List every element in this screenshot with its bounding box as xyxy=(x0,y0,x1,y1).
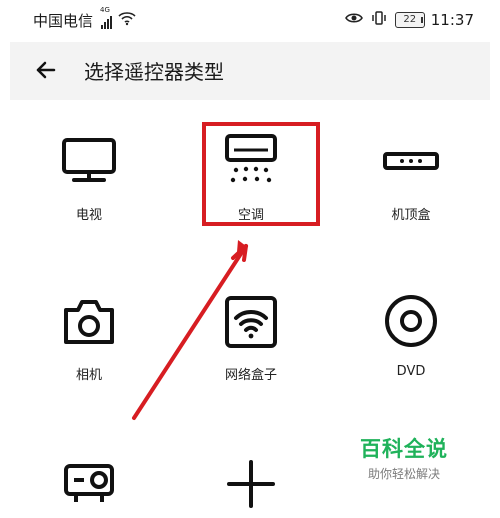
time-label: 11:37 xyxy=(430,11,474,29)
grid-item-network-box[interactable]: 网络盒子 xyxy=(186,292,316,383)
grid-label-network-box: 网络盒子 xyxy=(224,368,277,383)
status-left: 中国电信 4G xyxy=(33,6,136,31)
grid-label-stb: 机顶盒 xyxy=(391,208,431,223)
grid-item-ac[interactable]: 空调 xyxy=(186,132,316,223)
plus-icon xyxy=(218,456,284,514)
page-title: 选择遥控器类型 xyxy=(84,60,224,84)
projector-icon xyxy=(56,456,122,514)
carrier-label: 中国电信 xyxy=(33,12,94,30)
grid-item-camera[interactable]: 相机 xyxy=(24,292,154,383)
watermark: 百科全说 助你轻松解决 xyxy=(360,433,448,482)
status-right: 22 11:37 xyxy=(344,10,474,30)
set-top-box-icon xyxy=(378,132,444,190)
status-bar: 中国电信 4G 22 11:37 xyxy=(0,0,500,42)
back-arrow-icon[interactable] xyxy=(32,56,60,84)
grid-item-add[interactable] xyxy=(186,456,316,514)
vibrate-icon xyxy=(371,10,387,30)
eye-icon xyxy=(344,11,363,29)
header-bar: 选择遥控器类型 xyxy=(10,42,490,100)
network-box-icon xyxy=(218,292,284,350)
signal-icon: 4G xyxy=(100,6,113,29)
dvd-disc-icon xyxy=(378,292,444,350)
air-conditioner-icon xyxy=(218,132,284,190)
grid-label-camera: 相机 xyxy=(75,368,102,383)
grid-label-dvd: DVD xyxy=(396,364,426,379)
tv-icon xyxy=(56,132,122,190)
network-label: 4G xyxy=(100,5,110,14)
grid-item-projector[interactable] xyxy=(24,456,154,514)
grid-label-tv: 电视 xyxy=(75,208,102,223)
grid-item-tv[interactable]: 电视 xyxy=(24,132,154,223)
grid-item-stb[interactable]: 机顶盒 xyxy=(346,132,476,223)
battery-indicator: 22 xyxy=(394,12,425,28)
signal-bars xyxy=(101,15,113,29)
grid-item-dvd[interactable]: DVD xyxy=(346,292,476,379)
grid-label-ac: 空调 xyxy=(237,208,264,223)
watermark-subtitle: 助你轻松解决 xyxy=(367,467,440,481)
battery-cap-icon xyxy=(420,17,423,23)
watermark-title: 百科全说 xyxy=(360,437,448,461)
camera-icon xyxy=(56,292,122,350)
wifi-icon xyxy=(118,11,136,30)
